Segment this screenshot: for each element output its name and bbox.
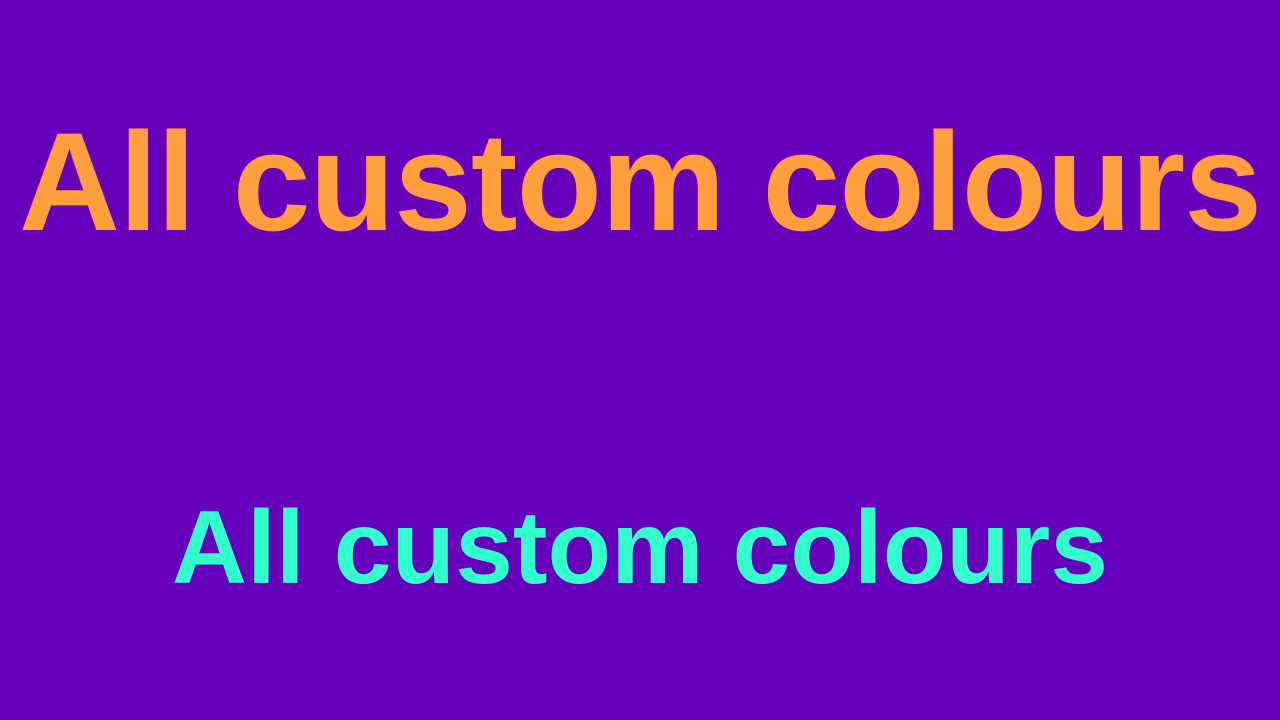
slide-title: All custom colours — [18, 103, 1262, 260]
slide-subtitle: All custom colours — [171, 490, 1109, 606]
slide-canvas: All custom colours All custom colours — [0, 0, 1280, 720]
